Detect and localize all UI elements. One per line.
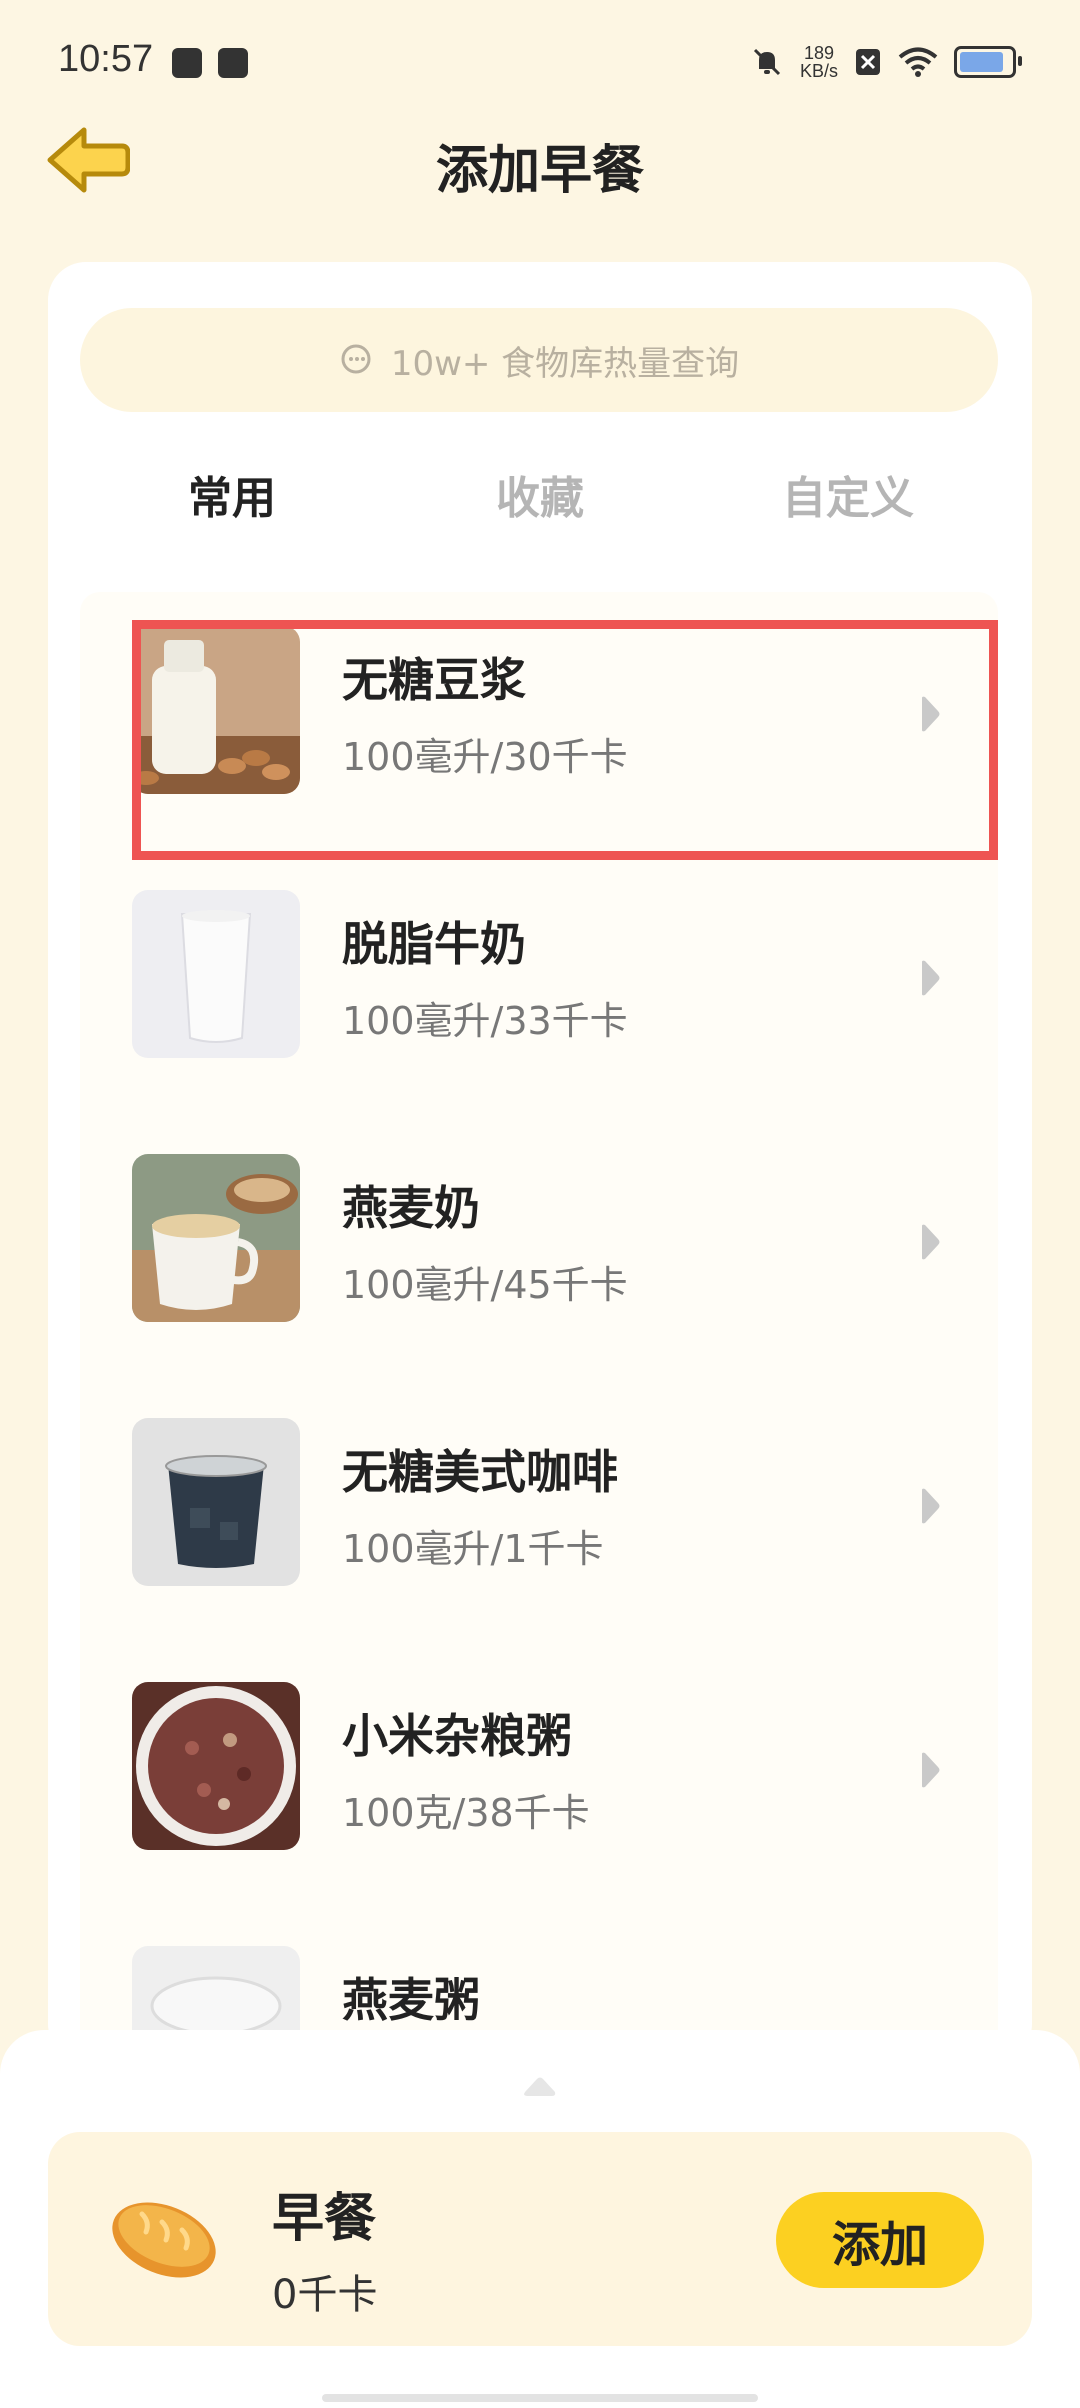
food-name: 燕麦粥 — [342, 1973, 480, 2027]
meal-name: 早餐 — [272, 2189, 377, 2249]
food-selection-card: 10w+ 食物库热量查询 常用 收藏 自定义 无糖豆浆 100毫升/30千卡 脱… — [48, 262, 1032, 2062]
notification-icon — [172, 48, 202, 78]
tab-bar: 常用 收藏 自定义 — [48, 462, 1032, 552]
food-item-americano[interactable]: 无糖美式咖啡 100毫升/1千卡 — [80, 1384, 998, 1586]
wifi-icon — [898, 47, 938, 77]
highlight-box — [132, 620, 998, 860]
food-name: 小米杂粮粥 — [342, 1709, 572, 1763]
app-notification-icon — [218, 48, 248, 78]
food-name: 脱脂牛奶 — [342, 917, 526, 971]
food-calories: 100毫升/33千卡 — [342, 999, 628, 1043]
food-name: 无糖美式咖啡 — [342, 1445, 618, 1499]
battery-level — [960, 52, 1003, 72]
tab-common[interactable]: 常用 — [188, 462, 276, 526]
food-item-skim-milk[interactable]: 脱脂牛奶 100毫升/33千卡 — [80, 856, 998, 1058]
chevron-up-icon[interactable] — [520, 2074, 560, 2098]
skim-milk-image — [132, 890, 300, 1058]
food-item-oat-milk[interactable]: 燕麦奶 100毫升/45千卡 — [80, 1120, 998, 1322]
oat-milk-image — [132, 1154, 300, 1322]
battery-icon — [954, 46, 1022, 78]
meal-summary-panel: 早餐 0千卡 添加 — [0, 2030, 1080, 2408]
chevron-right-icon — [922, 1752, 940, 1788]
search-icon — [341, 344, 371, 374]
food-calories: 100毫升/45千卡 — [342, 1263, 628, 1307]
mute-bell-icon — [753, 48, 781, 76]
chevron-right-icon — [922, 1224, 940, 1260]
home-indicator[interactable] — [322, 2394, 758, 2402]
chevron-right-icon — [922, 1488, 940, 1524]
food-calories: 100克/38千卡 — [342, 1791, 590, 1835]
americano-image — [132, 1418, 300, 1586]
status-icons: 189 KB/s — [750, 40, 1022, 84]
food-item-millet-porridge[interactable]: 小米杂粮粥 100克/38千卡 — [80, 1648, 998, 1850]
bread-icon — [112, 2202, 216, 2278]
chevron-right-icon — [922, 960, 940, 996]
app-screen: 10:57 189 KB/s 添加早餐 10w+ 食物库热量查询 常用 收藏 自… — [0, 0, 1080, 2408]
tab-custom[interactable]: 自定义 — [782, 462, 914, 526]
status-bar: 10:57 189 KB/s — [0, 0, 1080, 120]
add-button[interactable]: 添加 — [776, 2192, 984, 2288]
search-bar[interactable]: 10w+ 食物库热量查询 — [80, 308, 998, 412]
network-speed-unit: KB/s — [799, 61, 838, 81]
food-name: 燕麦奶 — [342, 1181, 480, 1235]
sim-off-icon — [856, 49, 880, 75]
tab-favorites[interactable]: 收藏 — [496, 462, 584, 526]
status-time: 10:57 — [58, 38, 154, 80]
network-speed: 189 KB/s — [800, 44, 838, 80]
food-calories: 100毫升/1千卡 — [342, 1527, 604, 1571]
network-speed-value: 189 — [803, 43, 835, 63]
page-title: 添加早餐 — [435, 141, 644, 201]
meal-summary-card: 早餐 0千卡 添加 — [48, 2132, 1032, 2346]
meal-calories: 0千卡 — [272, 2272, 378, 2318]
search-placeholder: 10w+ 食物库热量查询 — [390, 343, 740, 384]
millet-porridge-image — [132, 1682, 300, 1850]
